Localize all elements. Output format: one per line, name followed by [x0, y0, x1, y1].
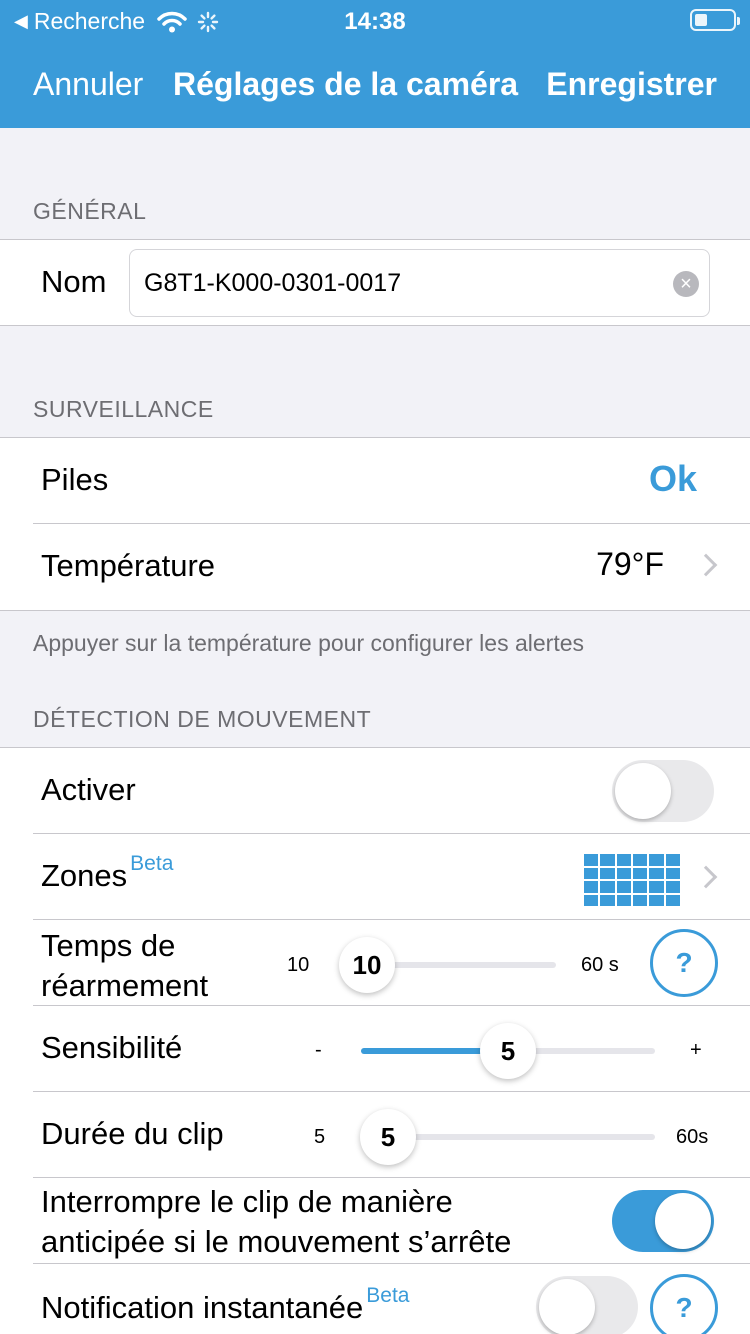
- sensitivity-row: Sensibilité - 5 +: [33, 1006, 750, 1092]
- zones-label: Zones Beta: [41, 852, 173, 894]
- stop-early-label: Interrompre le clip de manière anticipée…: [41, 1182, 511, 1262]
- clip-duration-label: Durée du clip: [41, 1116, 224, 1151]
- clip-max-label: 60s: [676, 1126, 709, 1148]
- clip-slider-thumb[interactable]: 5: [360, 1109, 416, 1165]
- rearm-help-button[interactable]: ?: [650, 929, 718, 997]
- chevron-right-icon: [694, 865, 718, 889]
- instant-notification-label-text: Notification instantanée: [41, 1290, 364, 1325]
- instant-notification-row: Notification instantanée Beta ?: [33, 1264, 750, 1334]
- sensitivity-label: Sensibilité: [41, 1030, 183, 1065]
- battery-icon: [690, 9, 740, 31]
- page-title: Réglages de la caméra: [173, 66, 519, 102]
- battery-row: Piles Ok: [33, 438, 750, 524]
- top-bar: ◀ Recherche 14:38 Annuler Réglages de la…: [0, 0, 750, 128]
- temperature-row[interactable]: Température 79°F: [33, 524, 750, 610]
- enable-row: Activer: [33, 748, 750, 834]
- cancel-button[interactable]: Annuler: [33, 66, 143, 103]
- rearm-row: Temps de réarmement 10 10 60 s ?: [33, 920, 750, 1006]
- navigation-bar: Annuler Réglages de la caméra Enregistre…: [0, 56, 750, 116]
- zones-label-text: Zones: [41, 858, 128, 893]
- section-header-motion: DÉTECTION DE MOUVEMENT: [33, 706, 372, 732]
- enable-label: Activer: [41, 772, 136, 807]
- status-bar: ◀ Recherche 14:38: [0, 0, 750, 40]
- battery-label: Piles: [41, 462, 109, 497]
- rearm-slider[interactable]: 10: [339, 937, 556, 993]
- sensitivity-slider-thumb[interactable]: 5: [480, 1023, 536, 1079]
- section-header-general: GÉNÉRAL: [33, 198, 147, 224]
- clip-duration-row: Durée du clip 5 5 60s: [33, 1092, 750, 1178]
- group-motion: Activer Zones Beta Temps de réarmement 10: [0, 747, 750, 1334]
- temperature-note: Appuyer sur la température pour configur…: [33, 630, 585, 656]
- enable-toggle[interactable]: [612, 760, 714, 822]
- temperature-value: 79°F: [596, 546, 664, 582]
- save-button[interactable]: Enregistrer: [546, 66, 717, 103]
- stop-early-toggle[interactable]: [612, 1190, 714, 1252]
- clock: 14:38: [344, 8, 406, 35]
- zones-row[interactable]: Zones Beta: [33, 834, 750, 920]
- sensitivity-slider[interactable]: 5: [361, 1023, 655, 1079]
- temperature-label: Température: [41, 548, 216, 583]
- instant-notification-beta-badge: Beta: [366, 1284, 410, 1307]
- group-surveillance: Piles Ok Température 79°F: [0, 437, 750, 611]
- name-input[interactable]: [144, 262, 664, 304]
- clip-min-label: 5: [314, 1126, 326, 1148]
- stop-early-label-line2: anticipée si le mouvement s’arrête: [41, 1224, 512, 1259]
- name-field[interactable]: ×: [129, 249, 710, 317]
- sensitivity-max-label: +: [690, 1039, 702, 1061]
- settings-content[interactable]: GÉNÉRAL Nom × SURVEILLANCE Piles Ok Temp…: [0, 128, 750, 1334]
- instant-notification-label: Notification instantanée Beta: [41, 1284, 409, 1326]
- battery-status: Ok: [648, 458, 697, 499]
- name-label: Nom: [41, 264, 107, 299]
- name-row: Nom ×: [0, 240, 750, 325]
- rearm-min-label: 10: [287, 954, 310, 976]
- zones-grid-icon: [584, 854, 680, 906]
- rearm-label-line1: Temps de: [41, 928, 176, 963]
- stop-early-label-line1: Interrompre le clip de manière: [41, 1184, 453, 1219]
- group-general: Nom ×: [0, 239, 750, 326]
- chevron-right-icon: [694, 553, 718, 577]
- instant-notification-toggle[interactable]: [536, 1276, 638, 1334]
- zones-beta-badge: Beta: [130, 852, 174, 875]
- stop-early-row: Interrompre le clip de manière anticipée…: [33, 1178, 750, 1264]
- rearm-label-line2: réarmement: [41, 968, 209, 1003]
- clip-slider[interactable]: 5: [360, 1109, 655, 1165]
- section-header-surveillance: SURVEILLANCE: [33, 396, 214, 422]
- rearm-slider-thumb[interactable]: 10: [339, 937, 395, 993]
- sensitivity-min-label: -: [315, 1039, 322, 1061]
- instant-notification-help-button[interactable]: ?: [650, 1274, 718, 1334]
- rearm-label: Temps de réarmement: [41, 926, 208, 1006]
- clear-text-icon[interactable]: ×: [673, 271, 699, 297]
- rearm-max-label: 60 s: [581, 954, 619, 976]
